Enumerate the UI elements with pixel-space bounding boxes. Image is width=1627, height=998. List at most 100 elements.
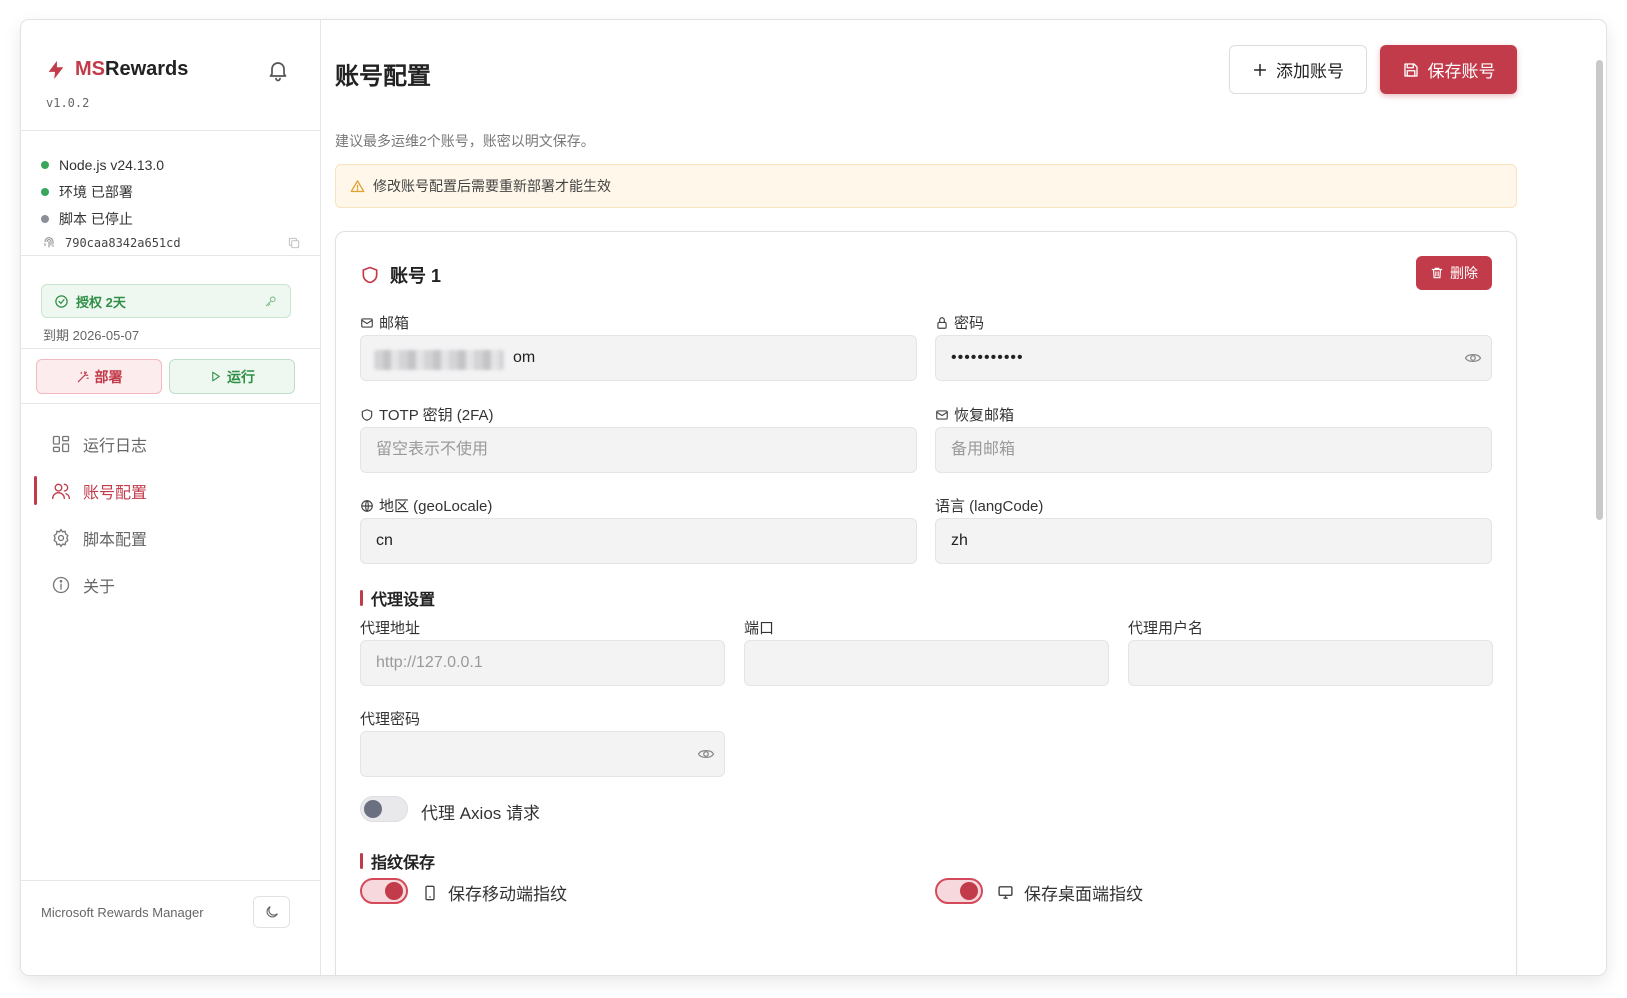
- recovery-email-label: 恢复邮箱: [935, 404, 1014, 425]
- recovery-email-input[interactable]: [935, 427, 1492, 473]
- bolt-icon: [48, 60, 64, 79]
- page-title: 账号配置: [335, 63, 431, 90]
- totp-input[interactable]: [360, 427, 917, 473]
- status-dot: [41, 160, 49, 169]
- env-status-list: Node.js v24.13.0 环境 已部署 脚本 已停止 790caa834…: [41, 151, 301, 254]
- device-fingerprint: 790caa8342a651cd: [41, 232, 301, 254]
- wand-icon: [77, 370, 89, 382]
- sidebar-item-script-config[interactable]: 脚本配置: [21, 514, 321, 561]
- deploy-button[interactable]: 部署: [36, 359, 162, 394]
- proxy-section-title: 代理设置: [360, 586, 435, 610]
- divider: [21, 348, 321, 349]
- sidebar-footer: Microsoft Rewards Manager: [21, 880, 321, 975]
- key-icon[interactable]: [264, 294, 278, 308]
- warning-icon: [350, 179, 365, 192]
- proxy-password-input[interactable]: [360, 731, 725, 777]
- theme-toggle-button[interactable]: [253, 896, 290, 928]
- proxy-axios-toggle[interactable]: [360, 796, 408, 822]
- check-circle-icon: [55, 294, 68, 308]
- shield-icon: [362, 266, 378, 284]
- email-label: 邮箱: [360, 312, 409, 333]
- divider: [21, 255, 321, 256]
- plus-icon: [1253, 63, 1267, 76]
- monitor-icon: [998, 886, 1013, 899]
- scrollbar[interactable]: [1596, 60, 1603, 520]
- eye-icon[interactable]: [1464, 349, 1482, 367]
- status-script: 脚本 已停止: [41, 205, 301, 232]
- status-node: Node.js v24.13.0: [41, 151, 301, 178]
- version-label: v1.0.2: [46, 96, 90, 110]
- toggle-knob: [364, 800, 382, 818]
- password-input[interactable]: [935, 335, 1492, 381]
- shield-small-icon: [361, 408, 373, 421]
- smartphone-icon: [425, 885, 435, 900]
- hint-text: 建议最多运维2个账号，账密以明文保存。: [335, 133, 595, 149]
- grid-icon: [52, 435, 70, 452]
- brand: MSRewards: [45, 58, 188, 81]
- save-accounts-button[interactable]: 保存账号: [1380, 45, 1517, 94]
- add-account-button[interactable]: 添加账号: [1229, 45, 1367, 94]
- sidebar-item-about[interactable]: 关于: [21, 561, 321, 608]
- sidebar: MSRewards v1.0.2 Node.js v24.13.0 环境 已部署…: [21, 20, 321, 975]
- proxy-axios-label: 代理 Axios 请求: [421, 804, 541, 823]
- mobile-fingerprint-label: 保存移动端指纹: [422, 880, 567, 905]
- footer-text: Microsoft Rewards Manager: [41, 905, 204, 920]
- section-accent-bar: [360, 853, 363, 869]
- delete-account-button[interactable]: 删除: [1416, 256, 1492, 290]
- main-content: 账号配置 添加账号 保存账号 建议最多运维2个账号，账密以明文保存。 修改账号配…: [321, 20, 1606, 975]
- desktop-fingerprint-label: 保存桌面端指纹: [997, 880, 1143, 905]
- divider: [21, 130, 321, 131]
- divider: [21, 403, 321, 404]
- fingerprint-value: 790caa8342a651cd: [65, 236, 181, 250]
- fingerprint-icon: [44, 237, 54, 248]
- lock-icon: [937, 316, 947, 329]
- license-badge: 授权 2天: [41, 284, 291, 318]
- email-redacted-blur: [374, 350, 504, 370]
- geo-locale-input[interactable]: [360, 518, 917, 564]
- account-card-title: 账号 1: [360, 262, 441, 288]
- run-button[interactable]: 运行: [169, 359, 295, 394]
- status-dot: [41, 187, 49, 196]
- geo-locale-label: 地区 (geoLocale): [360, 495, 492, 516]
- copy-icon[interactable]: [287, 236, 301, 250]
- gear-icon: [53, 527, 69, 548]
- proxy-username-label: 代理用户名: [1128, 620, 1204, 637]
- lang-code-input[interactable]: [935, 518, 1492, 564]
- mail-icon: [361, 317, 373, 328]
- bell-icon[interactable]: [266, 58, 290, 82]
- sidebar-item-logs[interactable]: 运行日志: [21, 420, 321, 467]
- toggle-knob: [385, 882, 403, 900]
- password-label: 密码: [935, 312, 984, 333]
- globe-icon: [361, 499, 373, 512]
- proxy-address-input[interactable]: [360, 640, 725, 686]
- mobile-fingerprint-toggle[interactable]: [360, 878, 408, 904]
- account-card: 账号 1 删除 邮箱 密码 TOTP 密钥 (2FA): [335, 231, 1517, 975]
- status-dot: [41, 214, 49, 223]
- warning-banner: 修改账号配置后需要重新部署才能生效: [335, 164, 1517, 208]
- trash-icon: [1431, 267, 1443, 279]
- users-icon: [52, 483, 71, 499]
- section-accent-bar: [360, 590, 363, 606]
- toggle-knob: [960, 882, 978, 900]
- proxy-address-label: 代理地址: [360, 620, 421, 637]
- moon-icon: [266, 906, 278, 918]
- proxy-port-input[interactable]: [744, 640, 1109, 686]
- license-expire: 到期 2026-05-07: [43, 328, 140, 343]
- sidebar-item-accounts[interactable]: 账号配置: [21, 467, 321, 514]
- brand-name: MSRewards: [75, 58, 189, 80]
- deploy-actions: 部署 运行: [36, 359, 295, 394]
- eye-icon[interactable]: [697, 745, 715, 763]
- proxy-port-label: 端口: [744, 620, 775, 637]
- save-icon: [1403, 62, 1418, 77]
- status-env: 环境 已部署: [41, 178, 301, 205]
- totp-label: TOTP 密钥 (2FA): [360, 404, 493, 425]
- mail-icon: [936, 409, 948, 420]
- lang-code-label: 语言 (langCode): [935, 498, 1044, 515]
- proxy-username-input[interactable]: [1128, 640, 1493, 686]
- sidebar-nav: 运行日志 账号配置 脚本配置 关于: [21, 420, 321, 608]
- desktop-fingerprint-toggle[interactable]: [935, 878, 983, 904]
- info-icon: [52, 576, 70, 593]
- fingerprint-section-title: 指纹保存: [360, 849, 435, 873]
- play-icon: [212, 371, 220, 382]
- proxy-password-label: 代理密码: [360, 711, 421, 728]
